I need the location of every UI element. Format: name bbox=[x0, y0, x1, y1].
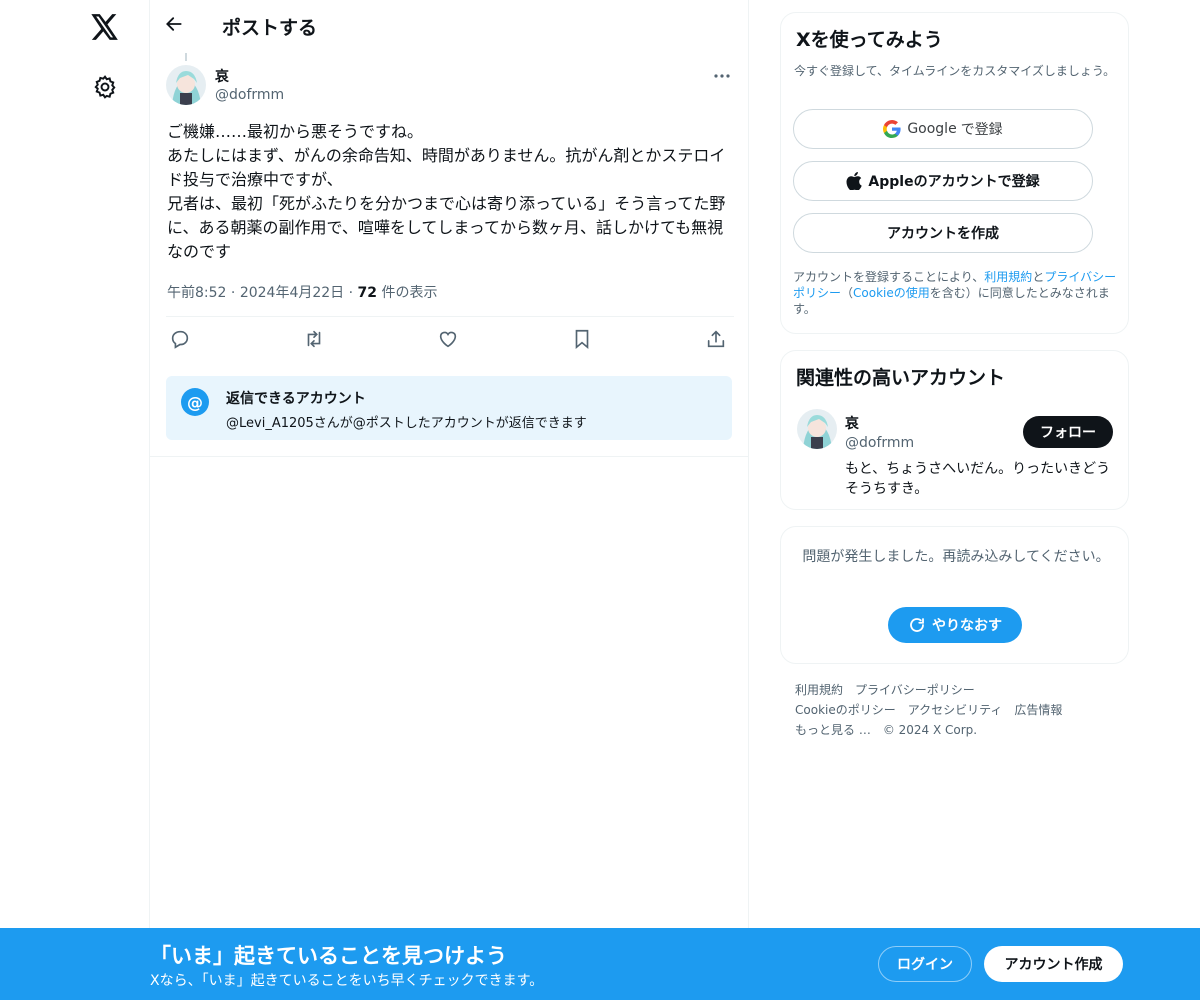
create-account-button[interactable]: アカウントを作成 bbox=[793, 213, 1093, 253]
create-account-label: アカウントを作成 bbox=[887, 226, 999, 242]
signup-button[interactable]: アカウント作成 bbox=[984, 946, 1123, 982]
terms-and: と bbox=[1032, 270, 1045, 284]
divider bbox=[166, 316, 734, 317]
banner-subtitle: Xなら、「いま」起きていることをいち早くチェックできます。 bbox=[150, 973, 544, 989]
copyright: © 2024 X Corp. bbox=[882, 723, 978, 737]
left-nav bbox=[0, 0, 150, 1000]
google-signup-button[interactable]: Google で登録 bbox=[793, 109, 1093, 149]
error-message: 問題が発生しました。再読み込みしてください。 bbox=[802, 549, 1110, 565]
signup-title: Xを使ってみよう bbox=[796, 29, 943, 51]
post-text: ご機嫌……最初から悪そうですね。 あたしにはまず、がんの余命告知、時間がありませ… bbox=[167, 120, 733, 264]
footer-link[interactable]: アクセシビリティ bbox=[908, 703, 1003, 717]
signup-subtitle: 今すぐ登録して、タイムラインをカスタマイズしましょう。 bbox=[794, 64, 1116, 78]
terms-paren: （ bbox=[841, 286, 854, 300]
google-signup-label: で登録 bbox=[960, 122, 1003, 138]
thread-line bbox=[185, 53, 187, 61]
login-button[interactable]: ログイン bbox=[878, 946, 972, 982]
post-meta: 午前8:52 · 2024年4月22日 · 72 件の表示 bbox=[167, 282, 437, 302]
author-name[interactable]: 哀 bbox=[215, 66, 229, 86]
divider bbox=[150, 456, 749, 457]
main-column: ポストする 哀 @dofrmm ご機嫌……最初から悪そうですね。 あたしにはまず… bbox=[150, 0, 749, 1000]
meta-separator: · bbox=[230, 285, 240, 301]
retry-label: やりなおす bbox=[932, 618, 1002, 634]
view-count: 72 bbox=[357, 285, 378, 301]
footer-link[interactable]: プライバシーポリシー bbox=[855, 683, 975, 697]
retry-button[interactable]: やりなおす bbox=[888, 607, 1022, 643]
footer: 利用規約 プライバシーポリシー Cookieのポリシー アクセシビリティ 広告情報 も… bbox=[795, 680, 1125, 740]
related-account-name[interactable]: 哀 bbox=[845, 413, 859, 433]
avatar[interactable] bbox=[797, 409, 837, 449]
signup-card: Xを使ってみよう 今すぐ登録して、タイムラインをカスタマイズしましょう。 Goo… bbox=[780, 12, 1129, 334]
footer-link[interactable]: Cookieのポリシー bbox=[795, 703, 896, 717]
google-icon bbox=[883, 120, 901, 138]
more-icon[interactable] bbox=[710, 66, 734, 86]
apple-icon bbox=[846, 172, 863, 190]
footer-link[interactable]: 利用規約 bbox=[795, 683, 843, 697]
back-arrow-icon[interactable] bbox=[164, 14, 188, 38]
avatar[interactable] bbox=[166, 65, 206, 105]
footer-link[interactable]: 広告情報 bbox=[1014, 703, 1062, 717]
related-account-bio: もと、ちょうさへいだん。りったいきどうそうちすき。 bbox=[845, 461, 1111, 497]
post-time[interactable]: 午前8:52 bbox=[167, 285, 226, 301]
terms-link[interactable]: 利用規約 bbox=[984, 270, 1032, 284]
follow-button[interactable]: フォロー bbox=[1023, 416, 1113, 448]
post-actions bbox=[167, 328, 734, 352]
view-label: 件の表示 bbox=[381, 285, 438, 301]
footer-row: 利用規約 プライバシーポリシー bbox=[795, 680, 1125, 700]
terms-prefix: アカウントを登録することにより、 bbox=[793, 270, 985, 284]
author-handle[interactable]: @dofrmm bbox=[215, 87, 284, 103]
reply-restriction-title: 返信できるアカウント bbox=[226, 391, 366, 407]
bottom-signup-banner: 「いま」起きていることを見つけよう Xなら、「いま」起きていることをいち早くチェ… bbox=[0, 928, 1200, 1000]
main-header: ポストする bbox=[150, 0, 749, 53]
google-brand: Google bbox=[907, 121, 957, 137]
error-card: 問題が発生しました。再読み込みしてください。 やりなおす bbox=[780, 526, 1129, 664]
post-date[interactable]: 2024年4月22日 bbox=[240, 285, 344, 301]
apple-signup-label: Appleのアカウントで登録 bbox=[868, 174, 1040, 190]
related-account-handle[interactable]: @dofrmm bbox=[845, 435, 914, 451]
related-accounts-card: 関連性の高いアカウント 哀 @dofrmm フォロー もと、ちょうさへいだん。り… bbox=[780, 350, 1129, 510]
meta-separator: · bbox=[348, 285, 358, 301]
like-icon[interactable] bbox=[437, 328, 461, 352]
apple-signup-button[interactable]: Appleのアカウントで登録 bbox=[793, 161, 1093, 201]
post-line: 兄者は、最初「死がふたりを分かつまで心は寄り添っている」そう言ってた野に、ある朝… bbox=[167, 194, 726, 261]
terms-text: アカウントを登録することにより、利用規約とプライバシーポリシー（Cookieの使… bbox=[793, 269, 1119, 317]
post-line: あたしにはまず、がんの余命告知、時間がありません。抗がん剤とかステロイド投与で治… bbox=[167, 146, 726, 189]
refresh-icon bbox=[910, 618, 924, 632]
bookmark-icon[interactable] bbox=[571, 328, 595, 352]
reply-restriction-box: @ 返信できるアカウント @Levi_A1205さんが@ポストしたアカウントが返… bbox=[166, 376, 732, 440]
repost-icon[interactable] bbox=[303, 328, 327, 352]
related-title: 関連性の高いアカウント bbox=[796, 367, 1006, 389]
share-icon[interactable] bbox=[705, 328, 729, 352]
page-title: ポストする bbox=[222, 17, 318, 39]
at-sign-icon: @ bbox=[181, 388, 209, 416]
cookie-link[interactable]: Cookieの使用 bbox=[853, 286, 930, 300]
reply-icon[interactable] bbox=[169, 328, 193, 352]
footer-row: Cookieのポリシー アクセシビリティ 広告情報 bbox=[795, 700, 1125, 720]
footer-more-link[interactable]: もっと見る … bbox=[795, 723, 871, 737]
gear-icon[interactable] bbox=[92, 74, 118, 100]
footer-row: もっと見る … © 2024 X Corp. bbox=[795, 720, 1125, 740]
post-line: ご機嫌……最初から悪そうですね。 bbox=[167, 122, 424, 141]
x-logo-icon[interactable] bbox=[90, 12, 120, 42]
reply-restriction-subtitle: @Levi_A1205さんが@ポストしたアカウントが返信できます bbox=[226, 416, 587, 431]
banner-title: 「いま」起きていることを見つけよう bbox=[150, 944, 507, 968]
